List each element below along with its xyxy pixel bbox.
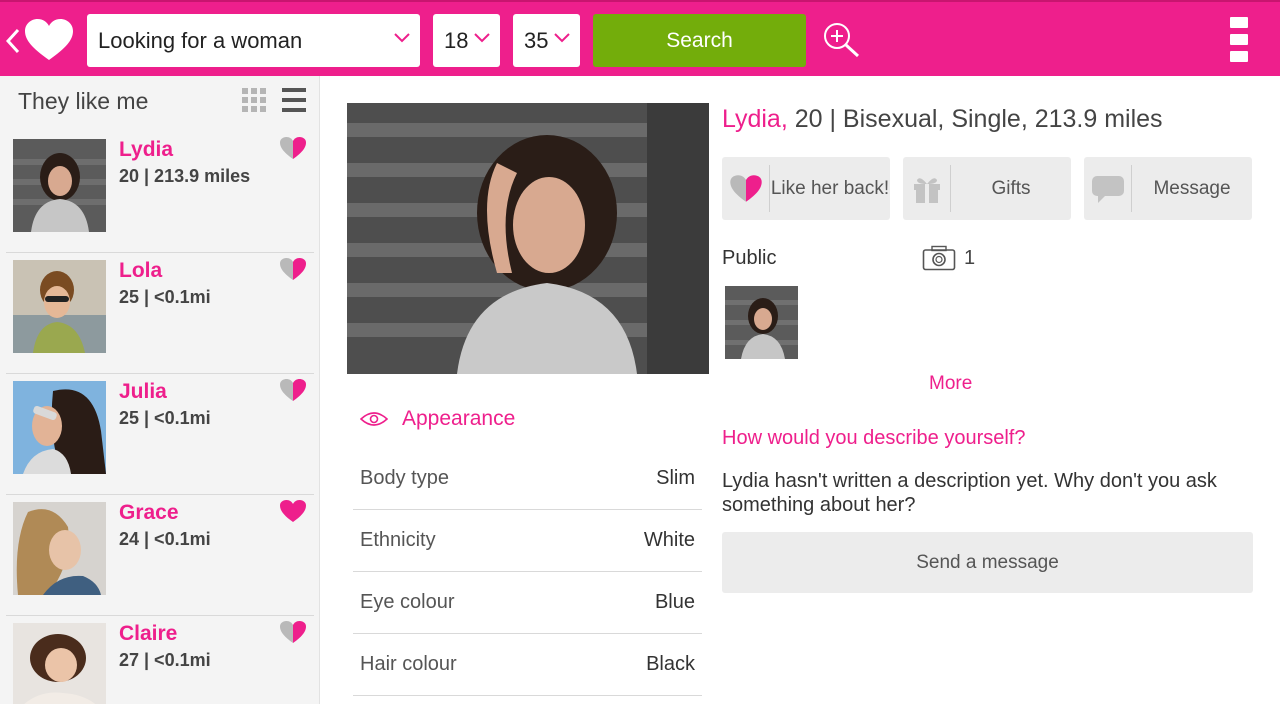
age-max-value: 35 (524, 27, 549, 53)
match-meta: 25 | <0.1mi (119, 408, 211, 428)
like-back-label: Like her back! (770, 178, 890, 199)
icon-container (1084, 165, 1132, 212)
avatar (13, 623, 106, 704)
match-name: Claire (119, 622, 178, 645)
match-meta: 27 | <0.1mi (119, 650, 211, 670)
attr-label: Body type (360, 467, 449, 489)
chevron-down-icon (394, 33, 410, 43)
list-item[interactable]: Grace 24 | <0.1mi (6, 495, 314, 616)
appearance-table: Body type Slim Ethnicity White Eye colou… (353, 448, 702, 696)
public-label: Public (722, 247, 777, 269)
age-min-select[interactable]: 18 (433, 14, 500, 67)
liked-heart-icon[interactable] (279, 499, 307, 523)
avatar (13, 502, 106, 595)
age-min-value: 18 (444, 27, 469, 53)
avatar (13, 381, 106, 474)
profile-details: 20 | Bisexual, Single, 213.9 miles (787, 105, 1163, 133)
table-row: Ethnicity White (353, 510, 702, 572)
like-back-heart-icon[interactable] (279, 620, 307, 644)
avatar (13, 260, 106, 353)
list-item[interactable]: Julia 25 | <0.1mi (6, 374, 314, 495)
zoom-in-icon[interactable] (823, 22, 861, 58)
match-name: Lola (119, 259, 163, 282)
list-item[interactable]: Claire 27 | <0.1mi (6, 616, 314, 704)
match-meta: 25 | <0.1mi (119, 287, 211, 307)
list-item[interactable]: Lola 25 | <0.1mi (6, 253, 314, 374)
top-bar: Looking for a woman 18 35 Search (0, 0, 1280, 76)
icon-container (722, 165, 770, 212)
profile-photo[interactable] (347, 103, 709, 374)
appearance-header: Appearance (360, 404, 515, 434)
avatar (13, 139, 106, 232)
profile-name: Lydia, (722, 105, 788, 133)
half-heart-icon (729, 175, 762, 202)
gifts-button[interactable]: Gifts (903, 157, 1071, 220)
looking-for-select[interactable]: Looking for a woman (87, 14, 420, 67)
chevron-down-icon (474, 33, 490, 43)
grid-view-icon[interactable] (242, 88, 266, 112)
photo-count: 1 (922, 245, 975, 271)
description-question: How would you describe yourself? (722, 427, 1026, 449)
like-back-heart-icon[interactable] (279, 257, 307, 281)
table-row: Hair colour Black (353, 634, 702, 696)
icon-container (903, 165, 951, 212)
gifts-label: Gifts (991, 178, 1031, 199)
like-back-button[interactable]: Like her back! (722, 157, 890, 220)
chat-bubble-icon (1091, 175, 1124, 203)
sidebar: They like me Lydia 20 | 213.9 miles Lola… (0, 76, 320, 704)
logo-heart-icon[interactable] (24, 18, 74, 62)
back-icon[interactable] (6, 28, 20, 54)
profile-heading: Lydia, 20 | Bisexual, Single, 213.9 mile… (722, 105, 1163, 134)
table-row: Eye colour Blue (353, 572, 702, 634)
like-back-heart-icon[interactable] (279, 136, 307, 160)
list-view-icon[interactable] (282, 88, 306, 112)
match-name: Lydia (119, 138, 174, 161)
camera-icon (922, 245, 956, 271)
appearance-title: Appearance (402, 407, 516, 430)
search-button[interactable]: Search (593, 14, 806, 67)
message-label: Message (1153, 178, 1231, 199)
looking-for-value: Looking for a woman (98, 27, 303, 53)
attr-label: Ethnicity (360, 529, 436, 551)
attr-value: Blue (654, 591, 695, 613)
overflow-menu-icon[interactable] (1230, 17, 1250, 63)
age-max-select[interactable]: 35 (513, 14, 580, 67)
like-back-heart-icon[interactable] (279, 378, 307, 402)
match-name: Julia (119, 380, 167, 403)
attr-value: White (643, 529, 695, 551)
match-meta: 20 | 213.9 miles (119, 166, 251, 186)
sidebar-title: They like me (18, 88, 149, 114)
photo-count-value: 1 (964, 246, 976, 269)
attr-value: Slim (656, 467, 695, 489)
public-photo-thumbnail[interactable] (725, 286, 798, 359)
message-button[interactable]: Message (1084, 157, 1252, 220)
table-row: Body type Slim (353, 448, 702, 510)
attr-label: Eye colour (360, 591, 455, 613)
attr-label: Hair colour (360, 653, 457, 675)
send-message-button[interactable]: Send a message (722, 532, 1253, 593)
match-name: Grace (119, 501, 179, 524)
eye-icon (360, 412, 388, 426)
chevron-down-icon (554, 33, 570, 43)
match-meta: 24 | <0.1mi (119, 529, 211, 549)
match-list: Lydia 20 | 213.9 miles Lola 25 | <0.1mi … (0, 132, 319, 704)
list-item[interactable]: Lydia 20 | 213.9 miles (6, 132, 314, 253)
more-photos-link[interactable]: More (929, 373, 972, 395)
description-text: Lydia hasn't written a description yet. … (722, 470, 1217, 516)
attr-value: Black (646, 653, 695, 675)
gift-icon (913, 177, 940, 203)
